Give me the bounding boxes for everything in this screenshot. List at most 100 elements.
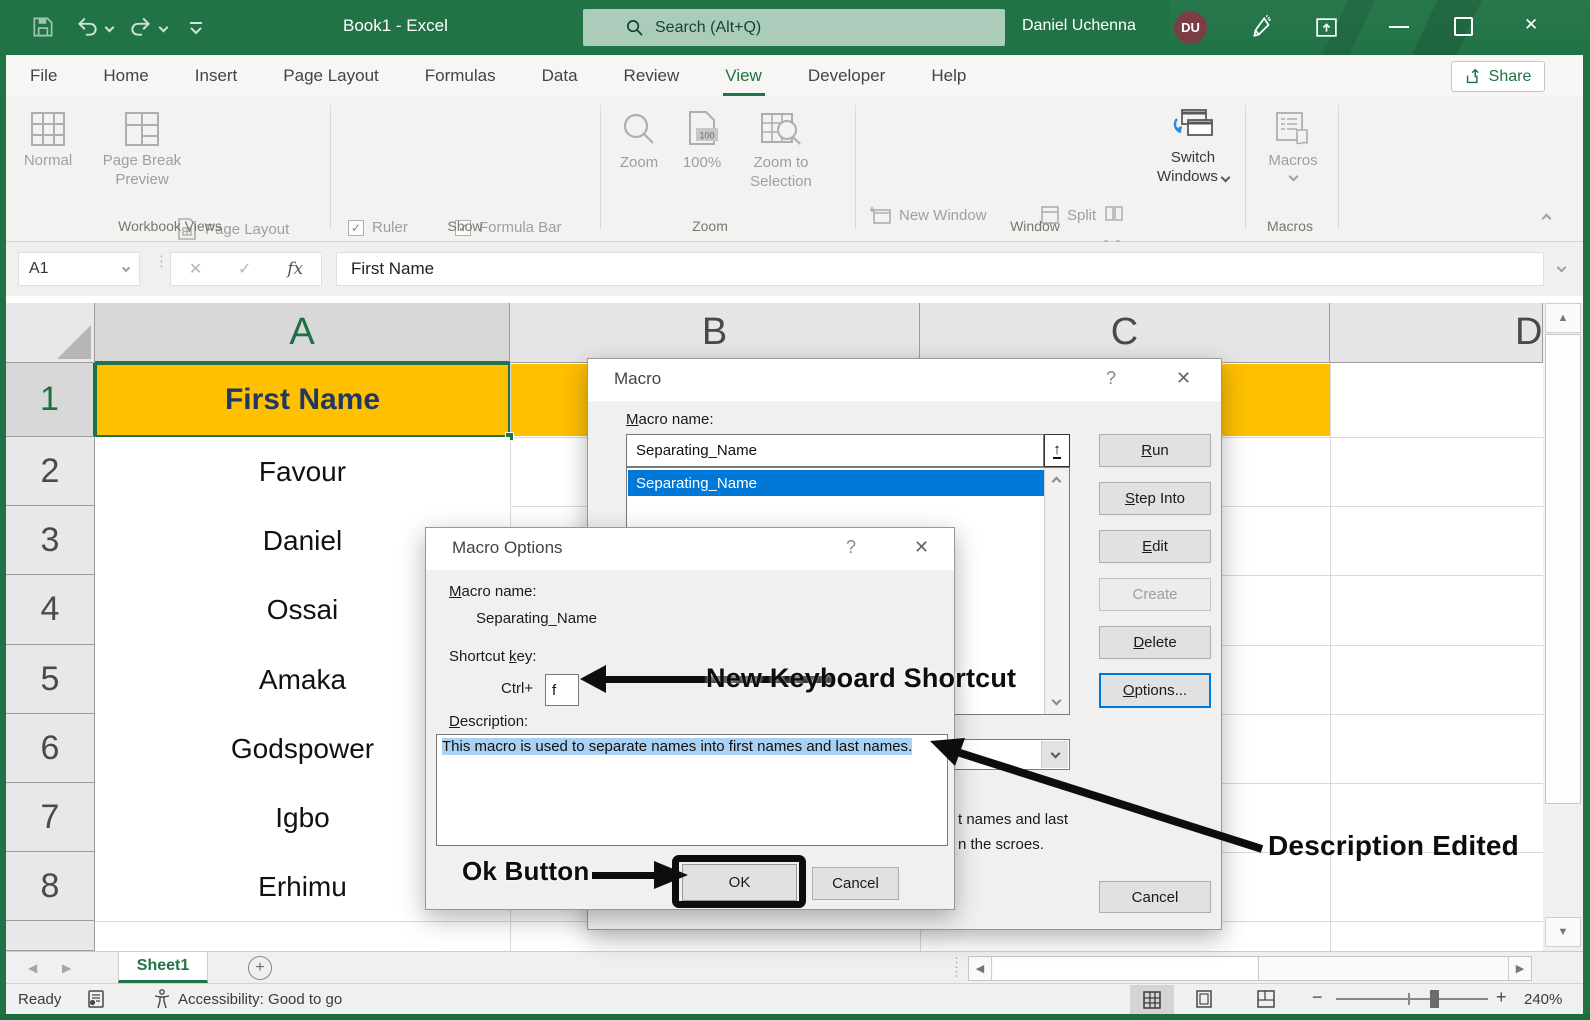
namebox-resize-handle[interactable]: ⋮ <box>154 258 157 280</box>
row-header-8[interactable]: 8 <box>6 852 95 921</box>
switch-windows-button[interactable]: SwitchWindows <box>1148 107 1238 187</box>
tab-developer[interactable]: Developer <box>808 66 886 86</box>
column-header-d[interactable]: D <box>1330 303 1543 363</box>
shortcut-key-input[interactable]: f <box>545 674 579 706</box>
sheet-nav-left-icon[interactable]: ◀ <box>28 961 37 975</box>
step-into-button[interactable]: Step Into <box>1099 482 1211 515</box>
options-button[interactable]: Options... <box>1099 673 1211 708</box>
scroll-left-icon[interactable]: ◀ <box>969 957 992 980</box>
row-header-2[interactable]: 2 <box>6 437 95 506</box>
row-header-6[interactable]: 6 <box>6 714 95 783</box>
ribbon-display-options-icon[interactable] <box>1314 15 1339 40</box>
macros-button[interactable]: Macros <box>1258 110 1328 180</box>
page-layout-shortcut-icon[interactable] <box>1194 989 1214 1009</box>
cancel-entry-icon[interactable]: ✕ <box>189 259 202 279</box>
tab-file[interactable]: File <box>30 66 57 86</box>
select-all-corner[interactable] <box>6 303 95 363</box>
horizontal-scrollbar-thumb[interactable] <box>993 957 1259 980</box>
row-header-4[interactable]: 4 <box>6 575 95 645</box>
redo-icon[interactable] <box>128 13 154 39</box>
zoom-level[interactable]: 240% <box>1524 991 1562 1008</box>
delete-button[interactable]: Delete <box>1099 626 1211 659</box>
help-icon[interactable]: ? <box>1106 368 1116 389</box>
scroll-up-icon[interactable] <box>1052 477 1062 487</box>
options-cancel-button[interactable]: Cancel <box>812 867 899 900</box>
run-button[interactable]: Run <box>1099 434 1211 467</box>
column-header-a[interactable]: A <box>95 303 510 363</box>
tab-formulas[interactable]: Formulas <box>425 66 496 86</box>
add-sheet-icon[interactable]: + <box>248 956 272 980</box>
close-icon[interactable]: ✕ <box>914 537 929 558</box>
scroll-down-icon[interactable]: ▼ <box>1545 917 1581 947</box>
zoom-out-icon[interactable]: − <box>1312 987 1323 1008</box>
zoom-to-selection-button[interactable]: Zoom to Selection <box>737 110 825 192</box>
column-header-b[interactable]: B <box>510 303 920 363</box>
row-header-7[interactable]: 7 <box>6 783 95 852</box>
row-header-1[interactable]: 1 <box>6 363 95 437</box>
sheet-tab-sheet1[interactable]: Sheet1 <box>118 952 208 983</box>
row-header-9-partial[interactable] <box>6 921 95 951</box>
close-icon[interactable]: ✕ <box>1176 368 1191 389</box>
scroll-down-icon[interactable] <box>1052 696 1062 706</box>
scrollbar-resize-handle[interactable]: ⋮⋮ <box>950 958 963 976</box>
minimize-button[interactable] <box>1389 26 1409 28</box>
user-name[interactable]: Daniel Uchenna <box>1022 17 1136 35</box>
insert-function-icon[interactable]: fx <box>287 259 303 279</box>
close-button[interactable]: ✕ <box>1524 15 1538 35</box>
macro-options-titlebar[interactable]: Macro Options ? ✕ <box>426 528 954 570</box>
share-button[interactable]: Share <box>1451 61 1545 92</box>
scroll-right-icon[interactable]: ▶ <box>1508 957 1531 980</box>
collapse-ribbon-icon[interactable] <box>1542 214 1552 224</box>
normal-view-button[interactable]: Normal <box>18 110 78 169</box>
zoom-slider-thumb[interactable] <box>1430 990 1439 1008</box>
tab-data[interactable]: Data <box>542 66 578 86</box>
zoom-button[interactable]: Zoom <box>613 110 665 171</box>
zoom-slider-track[interactable] <box>1336 998 1488 1000</box>
macro-list-item-selected[interactable]: Separating_Name <box>628 470 1044 496</box>
coming-soon-icon[interactable] <box>1249 14 1275 40</box>
sheet-nav-right-icon[interactable]: ▶ <box>62 961 71 975</box>
column-header-c[interactable]: C <box>920 303 1330 363</box>
expand-formula-bar-icon[interactable] <box>1557 263 1567 273</box>
tab-home[interactable]: Home <box>103 66 148 86</box>
customize-qat-icon[interactable] <box>186 19 206 37</box>
cell-a2[interactable]: Favour <box>95 437 510 506</box>
page-break-shortcut-icon[interactable] <box>1256 989 1276 1009</box>
zoom-in-icon[interactable]: + <box>1496 987 1507 1008</box>
tab-insert[interactable]: Insert <box>195 66 238 86</box>
accessibility-status[interactable]: Accessibility: Good to go <box>178 991 342 1008</box>
cell-a1-selected[interactable]: First Name <box>95 363 510 437</box>
avatar[interactable]: DU <box>1174 11 1207 44</box>
maximize-button[interactable] <box>1454 17 1473 36</box>
help-icon[interactable]: ? <box>846 537 856 558</box>
edit-button[interactable]: Edit <box>1099 530 1211 563</box>
undo-dropdown-icon[interactable] <box>105 23 115 33</box>
row-header-5[interactable]: 5 <box>6 645 95 714</box>
undo-icon[interactable] <box>74 13 100 39</box>
macro-record-icon[interactable] <box>86 989 106 1009</box>
formula-input[interactable]: First Name <box>336 252 1544 286</box>
vertical-scrollbar[interactable]: ▲ ▼ <box>1543 303 1583 951</box>
accessibility-icon[interactable] <box>152 988 172 1010</box>
scroll-up-icon[interactable]: ▲ <box>1545 303 1581 333</box>
save-icon[interactable] <box>30 14 56 40</box>
search-input[interactable]: Search (Alt+Q) <box>583 9 1005 46</box>
row-header-3[interactable]: 3 <box>6 506 95 575</box>
create-button[interactable]: Create <box>1099 578 1211 611</box>
tab-page-layout[interactable]: Page Layout <box>283 66 378 86</box>
zoom-100-button[interactable]: 100 100% <box>676 110 728 171</box>
horizontal-scrollbar[interactable]: ◀ ▶ <box>968 956 1532 981</box>
vertical-scrollbar-thumb[interactable] <box>1545 334 1581 804</box>
macro-list-scrollbar[interactable] <box>1044 468 1069 714</box>
macro-name-input[interactable]: Separating_Name <box>626 434 1044 467</box>
macro-cancel-button[interactable]: Cancel <box>1099 881 1211 913</box>
page-break-preview-button[interactable]: Page Break Preview <box>94 110 190 190</box>
redo-dropdown-icon[interactable] <box>159 23 169 33</box>
macro-dialog-titlebar[interactable]: Macro ? ✕ <box>588 359 1221 401</box>
tab-view[interactable]: View <box>725 66 762 86</box>
collapse-dialog-icon[interactable]: ↑ <box>1044 434 1070 467</box>
tab-help[interactable]: Help <box>931 66 966 86</box>
name-box[interactable]: A1 <box>18 252 140 286</box>
description-textarea[interactable]: This macro is used to separate names int… <box>436 734 948 846</box>
normal-view-shortcut[interactable] <box>1130 985 1174 1014</box>
